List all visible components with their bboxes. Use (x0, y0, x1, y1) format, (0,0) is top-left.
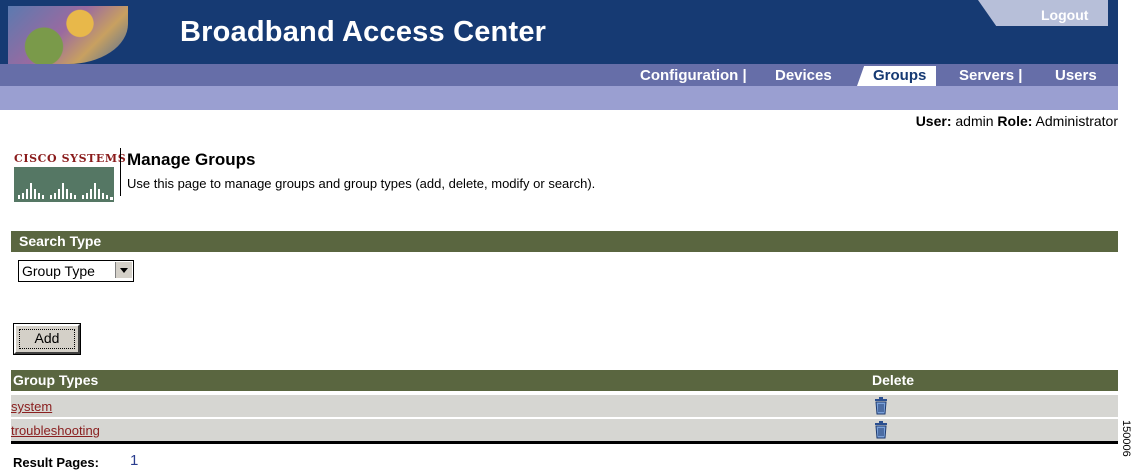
main-nav (0, 64, 1118, 86)
role-value: Administrator (1035, 113, 1118, 129)
user-value: admin (955, 113, 994, 129)
table-row (11, 419, 1118, 441)
nav-item-groups[interactable]: Groups (873, 67, 926, 84)
page-description: Use this page to manage groups and group… (127, 176, 596, 191)
group-type-link[interactable]: system (11, 399, 52, 414)
add-button-label: Add (34, 330, 60, 346)
group-types-header: Group Types Delete (11, 370, 1118, 391)
figure-id: 150006 (1120, 420, 1132, 457)
trash-icon[interactable] (873, 397, 889, 415)
search-type-select[interactable]: Group Type (18, 260, 134, 282)
app-title: Broadband Access Center (180, 16, 547, 48)
cisco-systems-logo-text: CISCO SYSTEMS (14, 152, 127, 165)
group-type-link[interactable]: troubleshooting (11, 423, 100, 438)
nav-item-users[interactable]: Users (1055, 67, 1097, 84)
nav-item-servers[interactable]: Servers | (959, 67, 1022, 84)
table-bottom-rule (11, 441, 1118, 444)
user-info: User: admin Role: Administrator (916, 113, 1118, 129)
search-type-value: Group Type (22, 263, 95, 279)
cisco-bridge-logo-icon (14, 167, 114, 202)
nav-item-configuration[interactable]: Configuration | (640, 67, 747, 84)
chevron-down-icon[interactable] (115, 262, 132, 278)
add-button[interactable]: Add (14, 324, 80, 354)
logout-link[interactable]: Logout (1041, 7, 1088, 23)
result-pages-label: Result Pages: (13, 455, 99, 470)
search-type-header: Search Type (11, 231, 1118, 252)
column-header-delete: Delete (872, 372, 915, 388)
column-header-group-types: Group Types (13, 372, 99, 388)
search-type-label: Search Type (19, 233, 102, 249)
page-title: Manage Groups (127, 150, 256, 169)
header-divider (120, 148, 121, 196)
app-header (0, 0, 1118, 64)
trash-icon[interactable] (873, 421, 889, 439)
result-page-link[interactable]: 1 (130, 452, 138, 469)
table-row (11, 395, 1118, 417)
user-label: User: (915, 113, 952, 129)
role-label: Role: (997, 113, 1033, 129)
sub-nav-bar (0, 86, 1118, 110)
nav-item-devices[interactable]: Devices (775, 67, 832, 84)
